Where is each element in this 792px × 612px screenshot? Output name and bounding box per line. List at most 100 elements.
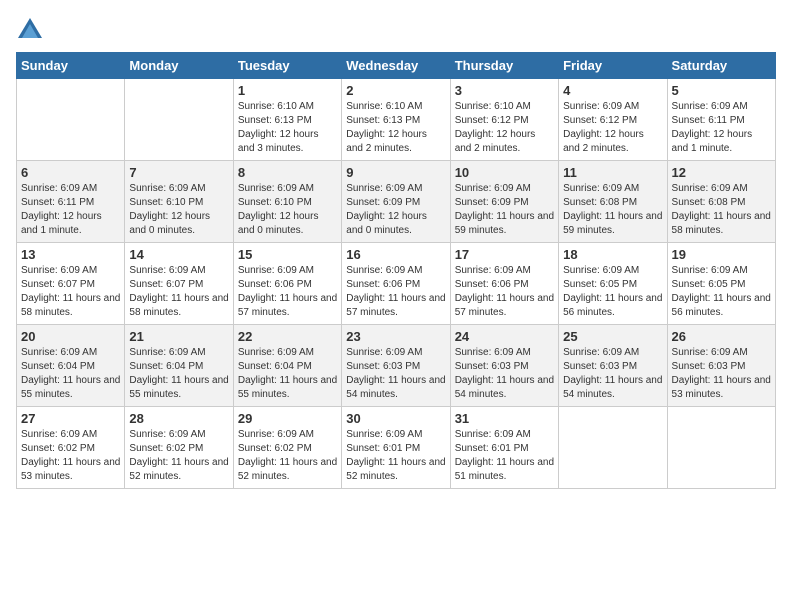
- calendar-cell: 3 Sunrise: 6:10 AM Sunset: 6:12 PM Daylig…: [450, 79, 558, 161]
- calendar-cell: 24 Sunrise: 6:09 AM Sunset: 6:03 PM Dayli…: [450, 325, 558, 407]
- day-info: Sunrise: 6:09 AM Sunset: 6:09 PM Dayligh…: [346, 182, 445, 238]
- day-number: 15: [238, 247, 337, 262]
- day-info: Sunrise: 6:09 AM Sunset: 6:06 PM Dayligh…: [346, 264, 445, 320]
- day-number: 21: [129, 329, 228, 344]
- calendar-cell: 10Sunrise: 6:09 AM Sunset: 6:09 PM Dayli…: [450, 161, 558, 243]
- calendar-cell: 7 Sunrise: 6:09 AM Sunset: 6:10 PM Daylig…: [125, 161, 233, 243]
- day-number: 14: [129, 247, 228, 262]
- day-info: Sunrise: 6:09 AM Sunset: 6:07 PM Dayligh…: [129, 264, 228, 320]
- day-number: 5: [672, 83, 771, 98]
- calendar-cell: 15 Sunrise: 6:09 AM Sunset: 6:06 PM Dayli…: [233, 243, 341, 325]
- day-info: Sunrise: 6:09 AM Sunset: 6:10 PM Dayligh…: [129, 182, 228, 238]
- calendar-cell: [17, 79, 125, 161]
- calendar-cell: 23 Sunrise: 6:09 AM Sunset: 6:03 PM Dayli…: [342, 325, 450, 407]
- day-number: 7: [129, 165, 228, 180]
- calendar-header-saturday: Saturday: [667, 53, 775, 79]
- day-number: 27: [21, 411, 120, 426]
- day-number: 23: [346, 329, 445, 344]
- day-info: Sunrise: 6:09 AM Sunset: 6:03 PM Dayligh…: [455, 346, 554, 402]
- calendar-cell: 26 Sunrise: 6:09 AM Sunset: 6:03 PM Dayli…: [667, 325, 775, 407]
- day-number: 25: [563, 329, 662, 344]
- day-number: 11: [563, 165, 662, 180]
- day-number: 10: [455, 165, 554, 180]
- calendar-header-friday: Friday: [559, 53, 667, 79]
- calendar-cell: 8Sunrise: 6:09 AM Sunset: 6:10 PM Daylig…: [233, 161, 341, 243]
- day-info: Sunrise: 6:09 AM Sunset: 6:12 PM Dayligh…: [563, 100, 662, 156]
- day-number: 28: [129, 411, 228, 426]
- day-number: 17: [455, 247, 554, 262]
- day-number: 9: [346, 165, 445, 180]
- day-number: 3: [455, 83, 554, 98]
- day-info: Sunrise: 6:09 AM Sunset: 6:04 PM Dayligh…: [129, 346, 228, 402]
- day-info: Sunrise: 6:09 AM Sunset: 6:05 PM Dayligh…: [563, 264, 662, 320]
- calendar-cell: 18 Sunrise: 6:09 AM Sunset: 6:05 PM Dayli…: [559, 243, 667, 325]
- day-number: 2: [346, 83, 445, 98]
- day-number: 22: [238, 329, 337, 344]
- day-number: 31: [455, 411, 554, 426]
- calendar-header-row: SundayMondayTuesdayWednesdayThursdayFrid…: [17, 53, 776, 79]
- day-number: 8: [238, 165, 337, 180]
- day-info: Sunrise: 6:09 AM Sunset: 6:04 PM Dayligh…: [21, 346, 120, 402]
- calendar-cell: 11 Sunrise: 6:09 AM Sunset: 6:08 PM Dayli…: [559, 161, 667, 243]
- page-header: [16, 16, 776, 44]
- day-info: Sunrise: 6:10 AM Sunset: 6:13 PM Dayligh…: [238, 100, 337, 156]
- calendar-header-thursday: Thursday: [450, 53, 558, 79]
- calendar-cell: [559, 407, 667, 489]
- calendar-cell: 5 Sunrise: 6:09 AM Sunset: 6:11 PM Daylig…: [667, 79, 775, 161]
- calendar-cell: 12Sunrise: 6:09 AM Sunset: 6:08 PM Dayli…: [667, 161, 775, 243]
- calendar-cell: 31Sunrise: 6:09 AM Sunset: 6:01 PM Dayli…: [450, 407, 558, 489]
- calendar-header-tuesday: Tuesday: [233, 53, 341, 79]
- day-info: Sunrise: 6:09 AM Sunset: 6:03 PM Dayligh…: [346, 346, 445, 402]
- calendar-cell: 16 Sunrise: 6:09 AM Sunset: 6:06 PM Dayli…: [342, 243, 450, 325]
- day-number: 29: [238, 411, 337, 426]
- day-number: 13: [21, 247, 120, 262]
- calendar-cell: 17Sunrise: 6:09 AM Sunset: 6:06 PM Dayli…: [450, 243, 558, 325]
- day-number: 1: [238, 83, 337, 98]
- calendar-week-row: 6 Sunrise: 6:09 AM Sunset: 6:11 PM Daylig…: [17, 161, 776, 243]
- calendar-header-sunday: Sunday: [17, 53, 125, 79]
- day-info: Sunrise: 6:09 AM Sunset: 6:05 PM Dayligh…: [672, 264, 771, 320]
- day-info: Sunrise: 6:09 AM Sunset: 6:02 PM Dayligh…: [21, 428, 120, 484]
- calendar-cell: 21 Sunrise: 6:09 AM Sunset: 6:04 PM Dayli…: [125, 325, 233, 407]
- day-number: 18: [563, 247, 662, 262]
- day-info: Sunrise: 6:10 AM Sunset: 6:12 PM Dayligh…: [455, 100, 554, 156]
- day-info: Sunrise: 6:09 AM Sunset: 6:11 PM Dayligh…: [21, 182, 120, 238]
- day-number: 19: [672, 247, 771, 262]
- calendar-cell: 6 Sunrise: 6:09 AM Sunset: 6:11 PM Daylig…: [17, 161, 125, 243]
- calendar-week-row: 1 Sunrise: 6:10 AM Sunset: 6:13 PM Daylig…: [17, 79, 776, 161]
- calendar-header-monday: Monday: [125, 53, 233, 79]
- logo-icon: [16, 16, 44, 44]
- logo: [16, 16, 48, 44]
- calendar-cell: 19 Sunrise: 6:09 AM Sunset: 6:05 PM Dayli…: [667, 243, 775, 325]
- calendar-cell: [125, 79, 233, 161]
- day-number: 6: [21, 165, 120, 180]
- day-info: Sunrise: 6:09 AM Sunset: 6:11 PM Dayligh…: [672, 100, 771, 156]
- calendar-cell: 30Sunrise: 6:09 AM Sunset: 6:01 PM Dayli…: [342, 407, 450, 489]
- day-info: Sunrise: 6:09 AM Sunset: 6:08 PM Dayligh…: [563, 182, 662, 238]
- calendar-cell: 1 Sunrise: 6:10 AM Sunset: 6:13 PM Daylig…: [233, 79, 341, 161]
- day-number: 24: [455, 329, 554, 344]
- calendar-cell: 13 Sunrise: 6:09 AM Sunset: 6:07 PM Dayli…: [17, 243, 125, 325]
- calendar-cell: 20 Sunrise: 6:09 AM Sunset: 6:04 PM Dayli…: [17, 325, 125, 407]
- day-number: 20: [21, 329, 120, 344]
- calendar-cell: 29 Sunrise: 6:09 AM Sunset: 6:02 PM Dayli…: [233, 407, 341, 489]
- day-info: Sunrise: 6:10 AM Sunset: 6:13 PM Dayligh…: [346, 100, 445, 156]
- calendar-cell: 9 Sunrise: 6:09 AM Sunset: 6:09 PM Daylig…: [342, 161, 450, 243]
- day-info: Sunrise: 6:09 AM Sunset: 6:06 PM Dayligh…: [238, 264, 337, 320]
- day-info: Sunrise: 6:09 AM Sunset: 6:02 PM Dayligh…: [238, 428, 337, 484]
- calendar-cell: 2 Sunrise: 6:10 AM Sunset: 6:13 PM Daylig…: [342, 79, 450, 161]
- calendar-cell: [667, 407, 775, 489]
- calendar-cell: 14 Sunrise: 6:09 AM Sunset: 6:07 PM Dayli…: [125, 243, 233, 325]
- day-number: 26: [672, 329, 771, 344]
- day-number: 16: [346, 247, 445, 262]
- day-info: Sunrise: 6:09 AM Sunset: 6:03 PM Dayligh…: [672, 346, 771, 402]
- calendar-cell: 25 Sunrise: 6:09 AM Sunset: 6:03 PM Dayli…: [559, 325, 667, 407]
- day-info: Sunrise: 6:09 AM Sunset: 6:02 PM Dayligh…: [129, 428, 228, 484]
- day-number: 30: [346, 411, 445, 426]
- day-info: Sunrise: 6:09 AM Sunset: 6:08 PM Dayligh…: [672, 182, 771, 238]
- day-info: Sunrise: 6:09 AM Sunset: 6:03 PM Dayligh…: [563, 346, 662, 402]
- day-number: 4: [563, 83, 662, 98]
- day-info: Sunrise: 6:09 AM Sunset: 6:07 PM Dayligh…: [21, 264, 120, 320]
- calendar-table: SundayMondayTuesdayWednesdayThursdayFrid…: [16, 52, 776, 489]
- calendar-week-row: 20 Sunrise: 6:09 AM Sunset: 6:04 PM Dayli…: [17, 325, 776, 407]
